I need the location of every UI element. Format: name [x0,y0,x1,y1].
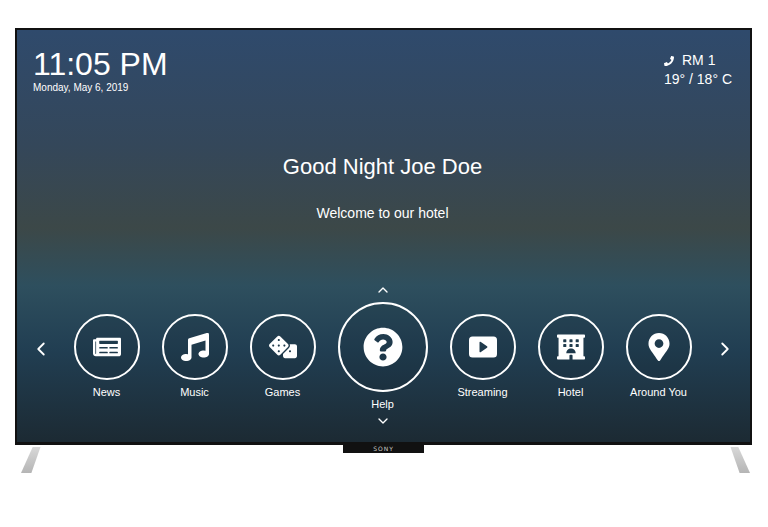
menu-item[interactable]: Streaming [450,314,516,399]
stand-leg [21,447,47,473]
menu-item-circle[interactable] [626,314,692,380]
chevron-right-icon[interactable] [714,338,736,360]
brand-logo: SONY [343,445,424,453]
tv-stand [15,447,752,473]
menu-item[interactable]: Help [338,302,428,411]
menu-item[interactable]: News [74,314,140,399]
greeting: Good Night Joe Doe [33,154,732,180]
menu-item-circle[interactable] [338,302,428,392]
menu-item-label: Streaming [457,386,507,399]
menu-item[interactable]: Music [162,314,228,399]
menu-item-label: Games [265,386,300,399]
welcome-message: Welcome to our hotel [33,204,732,222]
menu-row: News Music Games Help Streaming Hotel Around Y… [33,302,732,411]
newspaper-icon [93,333,121,361]
menu-item-circle[interactable] [162,314,228,380]
chevron-down-icon[interactable] [375,413,391,429]
hotel-building-icon [557,333,585,361]
menu-item-circle[interactable] [74,314,140,380]
chevron-up-icon[interactable] [375,282,391,298]
menu-item-circle[interactable] [538,314,604,380]
room-info: RM 1 19° / 18° C [664,46,732,88]
dice-icon [269,333,297,361]
menu-item-label: Around You [630,386,687,399]
menu-item-label: Hotel [558,386,584,399]
temperature: 19° / 18° C [664,71,732,88]
down-arrow-row [33,413,732,429]
play-button-icon [469,333,497,361]
clock-date: Monday, May 6, 2019 [33,82,168,94]
clock-time: 11:05 PM [33,46,168,82]
menu-item[interactable]: Games [250,314,316,399]
phone-icon [664,56,674,66]
map-pin-icon [645,333,673,361]
chevron-left-icon[interactable] [30,338,52,360]
scroll-right[interactable] [714,338,736,360]
tv-screen: 11:05 PMMonday, May 6, 2019 RM 1 19° / 18°… [15,28,752,445]
menu-item-circle[interactable] [450,314,516,380]
music-note-icon [181,333,209,361]
menu-item[interactable]: Around You [626,314,692,399]
clock: 11:05 PMMonday, May 6, 2019 [33,46,168,94]
menu-item-label: Help [371,398,394,411]
question-mark-icon [363,327,403,367]
menu-item[interactable]: Hotel [538,314,604,399]
scroll-left[interactable] [30,338,52,360]
menu-item-circle[interactable] [250,314,316,380]
tv-bezel-bottom: SONY [15,445,752,453]
top-bar: 11:05 PMMonday, May 6, 2019 RM 1 19° / 18°… [33,46,732,94]
page: 11:05 PMMonday, May 6, 2019 RM 1 19° / 18°… [0,0,768,527]
menu-item-label: News [93,386,121,399]
room-number: RM 1 [664,52,715,69]
up-arrow-row [33,282,732,298]
menu-item-label: Music [180,386,209,399]
stand-leg [724,447,750,473]
